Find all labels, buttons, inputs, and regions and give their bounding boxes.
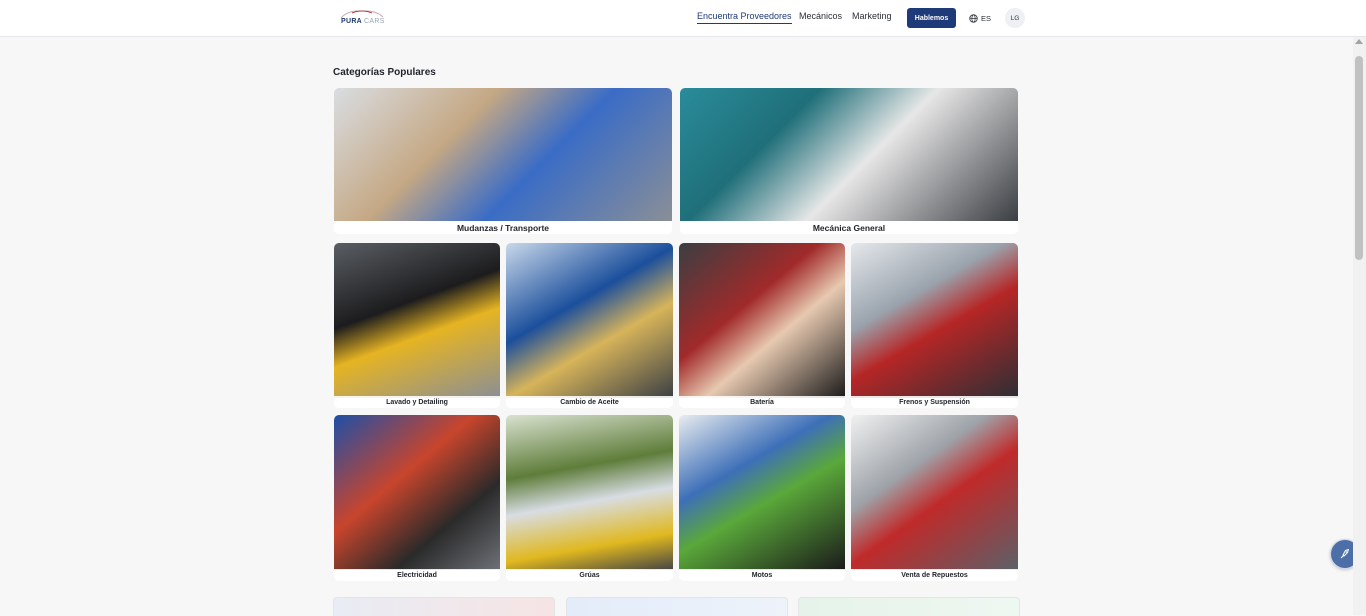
category-label: Venta de Repuestos (901, 571, 968, 579)
category-image (334, 415, 500, 570)
scrollbar-thumb[interactable] (1355, 56, 1363, 260)
category-image (506, 415, 673, 570)
category-image (680, 88, 1018, 221)
user-avatar[interactable]: LG (1005, 8, 1025, 28)
category-caption: Mecánica General (680, 222, 1018, 234)
category-card-cambio-aceite[interactable]: Cambio de Aceite (506, 243, 673, 408)
logo-text-primary: PURA (341, 18, 362, 25)
category-image (679, 415, 845, 570)
category-image (851, 415, 1018, 570)
category-label: Motos (751, 571, 773, 579)
nav-mecanicos[interactable]: Mecánicos (799, 11, 842, 21)
category-label: Mudanzas / Transporte (456, 223, 550, 233)
category-image (334, 243, 500, 398)
promo-card[interactable] (333, 597, 555, 616)
category-image (679, 243, 845, 398)
promo-card[interactable] (798, 597, 1020, 616)
hablemos-button[interactable]: Hablemos (907, 8, 956, 28)
category-card-lavado-detailing[interactable]: Lavado y Detailing (334, 243, 500, 408)
logo-text-accent: CARS (364, 18, 385, 25)
nav-encuentra-proveedores[interactable]: Encuentra Proveedores (697, 11, 792, 24)
category-label: Lavado y Detailing (386, 398, 448, 406)
category-card-electricidad[interactable]: Electricidad (334, 415, 500, 581)
language-label: ES (981, 13, 992, 23)
category-card-motos[interactable]: Motos (679, 415, 845, 581)
category-card-gruas[interactable]: Grúas (506, 415, 673, 581)
section-title: Categorías Populares (333, 67, 436, 78)
category-caption: Frenos y Suspensión (851, 396, 1018, 408)
promo-card[interactable] (566, 597, 788, 616)
pura-cars-logo[interactable]: PURA CARS (338, 8, 386, 30)
category-label: Mecánica General (812, 223, 886, 233)
nav-marketing[interactable]: Marketing (852, 11, 892, 21)
category-caption: Motos (679, 569, 845, 581)
category-card-bateria[interactable]: Batería (679, 243, 845, 408)
category-caption: Batería (679, 396, 845, 408)
category-label: Grúas (579, 571, 600, 579)
category-caption: Electricidad (334, 569, 500, 581)
category-card-mecanica-general[interactable]: Mecánica General (680, 88, 1018, 234)
category-label: Batería (750, 398, 774, 406)
category-card-mudanzas-transporte[interactable]: Mudanzas / Transporte (334, 88, 672, 234)
category-card-frenos-suspension[interactable]: Frenos y Suspensión (851, 243, 1018, 408)
category-caption: Grúas (506, 569, 673, 581)
category-image (851, 243, 1018, 398)
category-card-venta-repuestos[interactable]: Venta de Repuestos (851, 415, 1018, 581)
globe-icon (969, 13, 978, 23)
category-image (334, 88, 672, 221)
scroll-up-arrow-icon[interactable] (1355, 39, 1363, 44)
logo-wordmark: PURA CARS (341, 18, 385, 25)
category-caption: Cambio de Aceite (506, 396, 673, 408)
top-navigation-bar: PURA CARS Encuentra Proveedores Mecánico… (0, 0, 1366, 37)
category-label: Electricidad (397, 571, 437, 579)
language-selector[interactable]: ES (969, 12, 991, 24)
category-image (506, 243, 673, 398)
rocket-icon (1340, 549, 1349, 559)
category-caption: Venta de Repuestos (851, 569, 1018, 581)
category-label: Cambio de Aceite (560, 398, 619, 406)
category-label: Frenos y Suspensión (899, 398, 970, 406)
category-caption: Mudanzas / Transporte (334, 222, 672, 234)
category-caption: Lavado y Detailing (334, 396, 500, 408)
